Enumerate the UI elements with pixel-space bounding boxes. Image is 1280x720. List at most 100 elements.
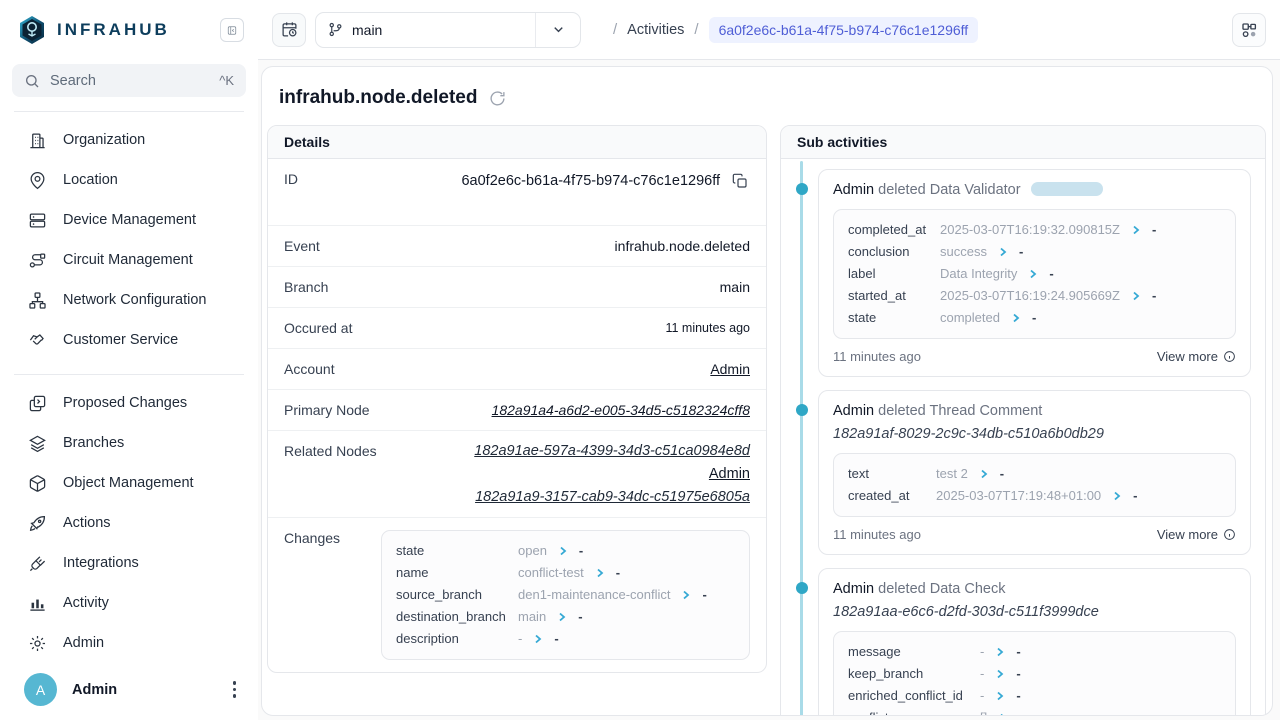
detail-label: Account <box>284 361 335 377</box>
activity-timeline: Admin deleted Data Validator completed_a… <box>781 159 1265 716</box>
prop-key: state <box>848 307 940 329</box>
account-link[interactable]: Admin <box>710 361 750 377</box>
activity-footer: 11 minutes ago View more <box>833 527 1236 542</box>
sub-activities-title: Sub activities <box>781 126 1265 159</box>
refresh-button[interactable] <box>487 88 508 109</box>
activity-props-box: completed_at 2025-03-07T16:19:32.090815Z… <box>833 209 1236 339</box>
sidebar: INFRAHUB Search ^K Organization <box>0 0 259 720</box>
related-node-link[interactable]: Admin <box>709 466 750 482</box>
activity-subject-id: 182a91af-8029-2c9c-34db-c510a6b0db29 <box>833 426 1236 442</box>
breadcrumb-separator: / <box>684 21 708 38</box>
activity-actor: Admin <box>833 403 874 419</box>
sidebar-item-label: Proposed Changes <box>63 395 187 411</box>
timeline-line <box>800 161 803 716</box>
chevron-right-icon <box>995 669 1005 679</box>
view-more-label: View more <box>1157 349 1218 364</box>
related-node-link[interactable]: 182a91a9-3157-cab9-34dc-c51975e6805a <box>475 489 750 505</box>
map-pin-icon <box>28 171 47 190</box>
sidebar-item-object-management[interactable]: Object Management <box>0 463 258 503</box>
calendar-clock-icon <box>281 21 298 38</box>
view-more-label: View more <box>1157 527 1218 542</box>
change-old-value: main <box>518 606 546 628</box>
chevron-right-icon <box>995 647 1005 657</box>
activity-time: 11 minutes ago <box>833 527 921 542</box>
sidebar-item-integrations[interactable]: Integrations <box>0 543 258 583</box>
chevron-right-icon <box>1131 225 1141 235</box>
activity-time: 11 minutes ago <box>833 349 921 364</box>
handshake-icon <box>28 331 47 350</box>
change-key: description <box>396 628 518 650</box>
timeline-dot <box>796 582 808 594</box>
user-options-button[interactable] <box>227 677 243 702</box>
sub-activities-panel: Sub activities Admin deleted Data Valida… <box>780 125 1266 716</box>
detail-row-account: Account Admin <box>268 348 766 389</box>
prop-old-value: test 2 <box>936 463 968 485</box>
activity-subject-id: 182a91aa-e6c6-d2fd-303d-c511f3999dce <box>833 604 1236 620</box>
prop-key: text <box>848 463 936 485</box>
user-menu[interactable]: A Admin <box>0 663 258 720</box>
sidebar-item-proposed-changes[interactable]: Proposed Changes <box>0 383 258 423</box>
prop-key: keep_branch <box>848 663 980 685</box>
sidebar-item-label: Circuit Management <box>63 252 193 268</box>
prop-old-value: success <box>940 241 987 263</box>
search-input[interactable]: Search ^K <box>12 64 246 97</box>
sidebar-item-organization[interactable]: Organization <box>0 120 258 160</box>
activity-props-box: message - - keep_branch - - <box>833 631 1236 716</box>
details-panel: Details ID 6a0f2e6c-b61a-4f75-b974-c76c1… <box>267 125 767 673</box>
related-node-link[interactable]: 182a91ae-597a-4399-34d3-c51ca0984e8d <box>474 443 750 459</box>
view-more-button[interactable]: View more <box>1157 349 1236 364</box>
change-new-value: - <box>554 628 558 650</box>
change-row: state open - <box>396 540 735 562</box>
timeline-dot <box>796 183 808 195</box>
plug-icon <box>28 554 47 573</box>
change-row: description - - <box>396 628 735 650</box>
branch-selector[interactable]: main <box>315 12 581 48</box>
change-row: destination_branch main - <box>396 606 735 628</box>
prop-old-value: 2025-03-07T17:19:48+01:00 <box>936 485 1101 507</box>
chevron-right-icon <box>558 546 568 556</box>
sidebar-item-network-configuration[interactable]: Network Configuration <box>0 280 258 320</box>
network-icon <box>28 291 47 310</box>
prop-key: created_at <box>848 485 936 507</box>
info-icon <box>1223 528 1236 541</box>
detail-row-occured-at: Occured at 11 minutes ago <box>268 307 766 348</box>
sidebar-item-label: Device Management <box>63 212 196 228</box>
sidebar-item-label: Branches <box>63 435 124 451</box>
primary-node-link[interactable]: 182a91a4-a6d2-e005-34d5-c5182324cff8 <box>492 402 750 418</box>
chevron-down-icon <box>536 22 580 37</box>
schema-visualizer-button[interactable] <box>1232 13 1266 47</box>
change-new-value: - <box>578 606 582 628</box>
activity-card: Admin deleted Data Validator completed_a… <box>818 169 1251 377</box>
detail-row-event: Event infrahub.node.deleted <box>268 225 766 266</box>
activity-props-box: text test 2 - created_at 2025-03-07T17:1… <box>833 453 1236 517</box>
time-travel-button[interactable] <box>272 13 306 47</box>
sidebar-item-actions[interactable]: Actions <box>0 503 258 543</box>
sidebar-item-circuit-management[interactable]: Circuit Management <box>0 240 258 280</box>
cube-icon <box>28 474 47 493</box>
prop-old-value: 2025-03-07T16:19:24.905669Z <box>940 285 1120 307</box>
sidebar-collapse-button[interactable] <box>220 18 244 42</box>
chevron-right-icon <box>998 713 1008 716</box>
change-old-value: conflict-test <box>518 562 584 584</box>
breadcrumb-activities-link[interactable]: Activities <box>627 22 684 38</box>
sidebar-item-location[interactable]: Location <box>0 160 258 200</box>
copy-id-button[interactable] <box>730 171 750 191</box>
app-window: INFRAHUB Search ^K Organization <box>0 0 1280 720</box>
breadcrumb-activity-id[interactable]: 6a0f2e6c-b61a-4f75-b974-c76c1e1296ff <box>709 17 979 43</box>
sidebar-item-device-management[interactable]: Device Management <box>0 200 258 240</box>
detail-label: ID <box>284 171 298 187</box>
page-header: infrahub.node.deleted <box>262 67 1272 125</box>
sidebar-item-customer-service[interactable]: Customer Service <box>0 320 258 360</box>
search-shortcut: ^K <box>219 73 234 88</box>
chevron-right-icon <box>595 568 605 578</box>
top-bar: main / Activities / 6a0f2e6c-b61a-4f75-b… <box>258 0 1280 60</box>
change-row: source_branch den1-maintenance-conflict … <box>396 584 735 606</box>
prop-row: conflicts [] - <box>848 707 1221 716</box>
sidebar-item-admin[interactable]: Admin <box>0 623 258 663</box>
sidebar-item-activity[interactable]: Activity <box>0 583 258 623</box>
sidebar-nav-secondary: Proposed Changes Branches Object Managem… <box>0 375 258 663</box>
activity-title: Admin deleted Data Validator <box>833 182 1236 198</box>
sidebar-item-branches[interactable]: Branches <box>0 423 258 463</box>
prop-old-value: 2025-03-07T16:19:32.090815Z <box>940 219 1120 241</box>
view-more-button[interactable]: View more <box>1157 527 1236 542</box>
